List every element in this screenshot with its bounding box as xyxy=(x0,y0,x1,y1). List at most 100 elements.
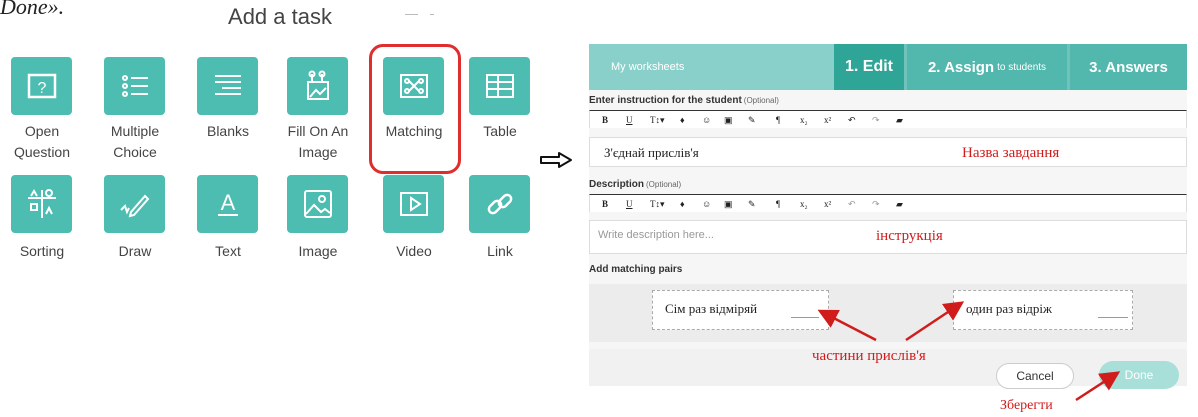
arrow-right-icon xyxy=(540,152,572,168)
instruction-toolbar: B U T↕▾ ♦ ☺ ▣ ✎ ¶ x₂ x² ↶ ↷ ▰ xyxy=(589,110,1187,128)
bold-button[interactable]: B xyxy=(602,199,608,209)
subscript-button[interactable]: x₂ xyxy=(800,199,808,209)
tile-label: Sorting xyxy=(19,243,65,259)
tile-label: Blanks xyxy=(206,123,250,139)
matching-pairs-area: Сім раз відміряй один раз відріж xyxy=(589,284,1187,342)
tile-label: Text xyxy=(215,243,241,259)
blanks-icon xyxy=(214,75,241,95)
text-size-button[interactable]: T↕▾ xyxy=(650,115,665,126)
redo-button[interactable]: ↷ xyxy=(872,199,880,210)
annotation-save: Зберегти xyxy=(1000,398,1053,413)
underline-button[interactable]: U xyxy=(626,199,633,209)
input-underline xyxy=(1098,317,1128,318)
description-label: Description (Optional) xyxy=(589,179,681,190)
divider xyxy=(430,14,434,15)
redo-button[interactable]: ↷ xyxy=(872,115,880,126)
description-toolbar: B U T↕▾ ♦ ☺ ▣ ✎ ¶ x₂ x² ↶ ↷ ▰ xyxy=(589,194,1187,212)
matching-highlight xyxy=(369,44,461,174)
tab-answers[interactable]: 3. Answers xyxy=(1070,44,1187,90)
pair-left-value: Сім раз відміряй xyxy=(665,301,758,316)
play-icon xyxy=(399,192,428,216)
tile-label: Link xyxy=(487,243,513,259)
superscript-button[interactable]: x² xyxy=(824,199,831,209)
table-icon xyxy=(485,74,514,98)
editor-header: My worksheets 1. Edit 2. Assign to studen… xyxy=(589,44,1187,90)
tile-label: Image xyxy=(298,243,338,259)
tile-table[interactable] xyxy=(469,57,530,115)
list-icon xyxy=(121,75,148,97)
undo-button[interactable]: ↶ xyxy=(848,115,856,126)
underline-button[interactable]: U xyxy=(626,115,633,125)
text-size-button[interactable]: T↕▾ xyxy=(650,199,665,210)
link-icon xyxy=(487,193,512,215)
annotation-proverb-parts: частини прислів'я xyxy=(812,348,926,364)
tile-open-question[interactable]: ? xyxy=(11,57,72,115)
tab-assign-label: 2. Assign xyxy=(927,58,995,76)
emoji-button[interactable]: ☺ xyxy=(702,199,711,209)
eraser-button[interactable]: ▰ xyxy=(896,115,903,126)
image-icon xyxy=(303,190,332,218)
annotation-task-name: Назва завдання xyxy=(962,145,1060,161)
tile-sorting[interactable] xyxy=(11,175,72,233)
input-underline xyxy=(791,317,819,318)
tile-text[interactable]: A xyxy=(197,175,258,233)
bold-button[interactable]: B xyxy=(602,115,608,125)
eraser-button[interactable]: ▰ xyxy=(896,199,903,210)
formula-button[interactable]: ¶ xyxy=(776,115,780,125)
instruction-label: Enter instruction for the student (Option… xyxy=(589,95,779,106)
optional-tag: (Optional) xyxy=(646,180,682,189)
tile-draw[interactable] xyxy=(104,175,165,233)
question-box-icon: ? xyxy=(27,73,56,99)
tile-label: Multiple Choice xyxy=(110,123,160,160)
tab-assign-sub: to students xyxy=(997,61,1047,73)
tile-multiple-choice[interactable] xyxy=(104,57,165,115)
pairs-label: Add matching pairs xyxy=(589,264,683,275)
tab-my-worksheets[interactable]: My worksheets xyxy=(589,44,834,90)
add-task-title: Add a task xyxy=(228,4,332,29)
tile-label: Open Question xyxy=(13,123,71,160)
emoji-button[interactable]: ☺ xyxy=(702,115,711,125)
instruction-label-text: Enter instruction for the student xyxy=(589,95,742,106)
done-button[interactable]: Done xyxy=(1099,361,1179,389)
task-editor: My worksheets 1. Edit 2. Assign to studen… xyxy=(589,44,1187,389)
tile-label: Table xyxy=(483,123,517,139)
link-button[interactable]: ✎ xyxy=(748,115,756,126)
color-button[interactable]: ♦ xyxy=(680,115,685,125)
instruction-input[interactable]: З'єднай прислів'я xyxy=(589,137,1187,167)
pair-right-value: один раз відріж xyxy=(966,301,1053,316)
annotation-instruction: інструкція xyxy=(876,228,943,244)
pencil-icon xyxy=(119,194,149,218)
tile-link[interactable] xyxy=(469,175,530,233)
tile-label: Video xyxy=(396,243,432,259)
description-placeholder: Write description here... xyxy=(598,229,714,241)
tile-label: Fill On An Image xyxy=(287,123,349,160)
document-fragment: Done». xyxy=(0,0,65,19)
color-button[interactable]: ♦ xyxy=(680,199,685,209)
svg-text:A: A xyxy=(220,190,235,215)
subscript-button[interactable]: x₂ xyxy=(800,115,808,125)
tile-label: Draw xyxy=(118,243,152,259)
tile-blanks[interactable] xyxy=(197,57,258,115)
divider xyxy=(405,14,418,15)
image-button[interactable]: ▣ xyxy=(724,199,733,210)
description-label-text: Description xyxy=(589,179,645,190)
tile-image[interactable] xyxy=(287,175,348,233)
sorting-icon xyxy=(27,189,56,218)
fill-image-icon xyxy=(306,70,329,100)
image-button[interactable]: ▣ xyxy=(724,115,733,126)
pair-right-input[interactable]: один раз відріж xyxy=(953,290,1133,330)
instruction-value: З'єднай прислів'я xyxy=(604,145,699,160)
optional-tag: (Optional) xyxy=(743,96,779,105)
text-icon: A xyxy=(217,190,238,216)
superscript-button[interactable]: x² xyxy=(824,115,831,125)
cancel-button[interactable]: Cancel xyxy=(996,363,1074,389)
tab-assign[interactable]: 2. Assign to students xyxy=(907,44,1067,90)
tile-video[interactable] xyxy=(383,175,444,233)
tile-fill-on-image[interactable] xyxy=(287,57,348,115)
svg-text:?: ? xyxy=(37,80,46,97)
pair-left-input[interactable]: Сім раз відміряй xyxy=(652,290,829,330)
link-button[interactable]: ✎ xyxy=(748,199,756,210)
formula-button[interactable]: ¶ xyxy=(776,199,780,209)
undo-button[interactable]: ↶ xyxy=(848,199,856,210)
tab-edit[interactable]: 1. Edit xyxy=(834,44,904,90)
